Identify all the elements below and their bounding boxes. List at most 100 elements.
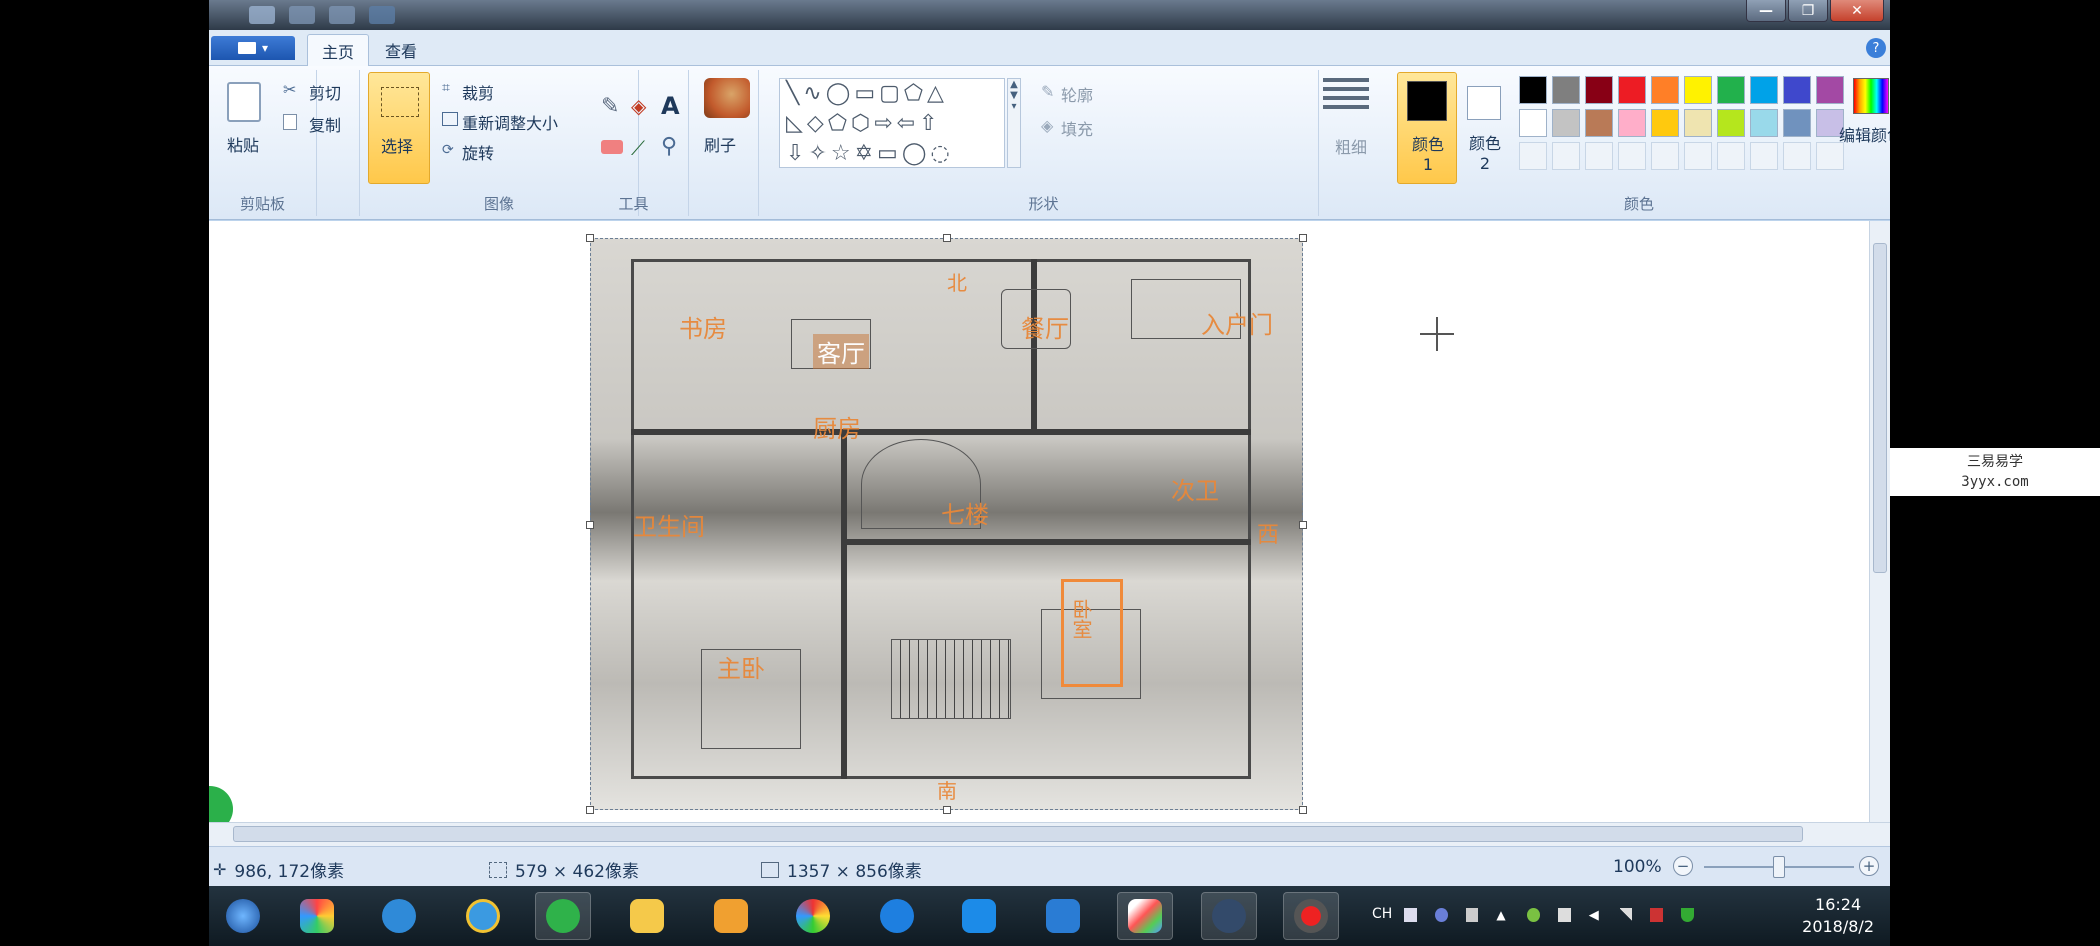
palette-color-swatch[interactable] [1750, 109, 1778, 137]
quick-access-customize-icon[interactable] [369, 6, 395, 24]
start-button[interactable] [215, 892, 271, 940]
brushes-group[interactable]: 刷子 [694, 70, 759, 216]
floating-widget-icon[interactable] [209, 786, 233, 822]
diamond-shape-icon[interactable]: ◇ [807, 111, 828, 136]
palette-color-swatch[interactable] [1684, 109, 1712, 137]
custom-color-slot[interactable] [1816, 142, 1844, 170]
horizontal-scrollbar[interactable] [209, 822, 1890, 846]
taskbar-app-media[interactable] [703, 892, 759, 940]
fill-bucket-icon[interactable]: ◈ [631, 94, 646, 118]
up-arrow-shape-icon[interactable]: ⇧ [919, 111, 941, 136]
palette-color-swatch[interactable] [1651, 76, 1679, 104]
resize-button[interactable]: 重新调整大小 [462, 110, 558, 134]
palette-color-swatch[interactable] [1717, 76, 1745, 104]
oval-shape-icon[interactable]: ◯ [826, 81, 855, 106]
action-center-icon[interactable] [1650, 908, 1664, 922]
resize-handle-tl[interactable] [586, 234, 594, 242]
rotate-icon[interactable]: ⟳ [442, 142, 454, 158]
line-shape-icon[interactable]: ╲ [786, 81, 803, 106]
right-arrow-shape-icon[interactable]: ⇨ [874, 111, 896, 136]
polygon-shape-icon[interactable]: ⬠ [904, 81, 927, 106]
quick-access-save-icon[interactable] [249, 6, 275, 24]
rounded-rect-shape-icon[interactable]: ▢ [879, 81, 904, 106]
help-tray-icon[interactable] [1434, 908, 1448, 922]
shapes-gallery[interactable]: ╲∿◯▭▢⬠△ ◺◇⬠⬡⇨⇦⇧ ⇩✧☆✡▭◯◌ [779, 78, 1005, 168]
palette-color-swatch[interactable] [1651, 109, 1679, 137]
resize-handle-bottom[interactable] [943, 806, 951, 814]
minimize-button[interactable]: — [1746, 0, 1786, 22]
taskbar-app-calendar[interactable] [1035, 892, 1091, 940]
custom-color-slot[interactable] [1651, 142, 1679, 170]
taskbar-app-sogou[interactable] [289, 892, 345, 940]
volume-icon[interactable]: ◀ [1589, 908, 1602, 923]
custom-color-slot[interactable] [1618, 142, 1646, 170]
tray-language[interactable]: CH [1372, 906, 1392, 922]
taskbar-app-sogou-search[interactable] [869, 892, 925, 940]
magnifier-icon[interactable]: ⚲ [661, 134, 677, 159]
custom-color-slot[interactable] [1684, 142, 1712, 170]
palette-color-swatch[interactable] [1750, 76, 1778, 104]
edit-colors-button[interactable]: 编辑颜色 [1839, 74, 1890, 164]
color1-button[interactable]: 颜色 1 [1397, 72, 1457, 184]
palette-color-swatch[interactable] [1552, 109, 1580, 137]
palette-color-swatch[interactable] [1519, 109, 1547, 137]
palette-color-swatch[interactable] [1717, 109, 1745, 137]
five-point-star-shape-icon[interactable]: ☆ [831, 141, 855, 166]
taskbar-app-360[interactable] [535, 892, 591, 940]
tab-home[interactable]: 主页 [307, 34, 370, 66]
system-tray-icons[interactable]: ▲ ◀ [1404, 908, 1694, 924]
resize-handle-left[interactable] [586, 521, 594, 529]
callout-cloud-shape-icon[interactable]: ◌ [930, 141, 953, 166]
palette-color-swatch[interactable] [1552, 76, 1580, 104]
paste-icon[interactable] [227, 82, 261, 122]
taskbar-app-paint[interactable] [1117, 892, 1173, 940]
floor-plan-image[interactable]: 书房 客厅 餐厅 入户门 厨房 卫生间 主卧 七楼 次卫 西 卧室 南 北 [586, 234, 1307, 814]
vertical-scrollbar[interactable] [1869, 221, 1890, 822]
quick-access-redo-icon[interactable] [329, 6, 355, 24]
resize-handle-top[interactable] [943, 234, 951, 242]
maximize-button[interactable]: ❐ [1788, 0, 1828, 22]
shield-icon[interactable] [1681, 908, 1694, 922]
network-icon[interactable] [1619, 908, 1633, 922]
palette-color-swatch[interactable] [1618, 76, 1646, 104]
settings-tray-icon[interactable] [1465, 908, 1479, 922]
text-tool-icon[interactable]: A [661, 92, 680, 120]
rectangle-shape-icon[interactable]: ▭ [854, 81, 879, 106]
palette-color-swatch[interactable] [1519, 76, 1547, 104]
outline-icon[interactable]: ✎ [1041, 82, 1054, 101]
palette-color-swatch[interactable] [1585, 109, 1613, 137]
left-arrow-shape-icon[interactable]: ⇦ [897, 111, 919, 136]
triangle-shape-icon[interactable]: △ [927, 81, 948, 106]
pentagon-shape-icon[interactable]: ⬠ [828, 111, 851, 136]
taskbar-app-game[interactable] [785, 892, 841, 940]
taskbar-app-explorer[interactable] [619, 892, 675, 940]
color2-button[interactable]: 颜色 2 [1461, 72, 1511, 184]
curve-shape-icon[interactable]: ∿ [803, 81, 825, 106]
show-hidden-icon[interactable]: ▲ [1496, 908, 1509, 922]
palette-color-swatch[interactable] [1684, 76, 1712, 104]
four-point-star-shape-icon[interactable]: ✧ [808, 141, 830, 166]
help-icon[interactable]: ? [1866, 38, 1886, 58]
canvas-area[interactable]: 书房 客厅 餐厅 入户门 厨房 卫生间 主卧 七楼 次卫 西 卧室 南 北 [209, 221, 1869, 822]
size-button[interactable]: 粗细 [1321, 74, 1371, 184]
custom-color-slot[interactable] [1717, 142, 1745, 170]
right-triangle-shape-icon[interactable]: ◺ [786, 111, 807, 136]
fill-button[interactable]: 填充 [1061, 116, 1093, 140]
clock[interactable]: 16:24 2018/8/2 [1802, 894, 1874, 938]
crop-icon[interactable]: ⌗ [442, 80, 450, 96]
taskbar-app-browser[interactable] [371, 892, 427, 940]
custom-color-slot[interactable] [1552, 142, 1580, 170]
pencil-icon[interactable]: ✎ [601, 94, 619, 119]
palette-color-swatch[interactable] [1618, 109, 1646, 137]
copy-icon[interactable] [283, 114, 297, 130]
taskbar-app-recorder[interactable] [1283, 892, 1339, 940]
zoom-slider-thumb[interactable] [1773, 856, 1785, 878]
callout-rect-shape-icon[interactable]: ▭ [877, 141, 902, 166]
callout-oval-shape-icon[interactable]: ◯ [902, 141, 931, 166]
resize-handle-br[interactable] [1299, 806, 1307, 814]
device-icon[interactable] [1557, 908, 1571, 922]
taskbar-app-capture[interactable] [1201, 892, 1257, 940]
horizontal-scroll-thumb[interactable] [233, 826, 1803, 842]
rotate-button[interactable]: 旋转 [462, 140, 494, 164]
cut-button[interactable]: 剪切 [309, 80, 341, 104]
